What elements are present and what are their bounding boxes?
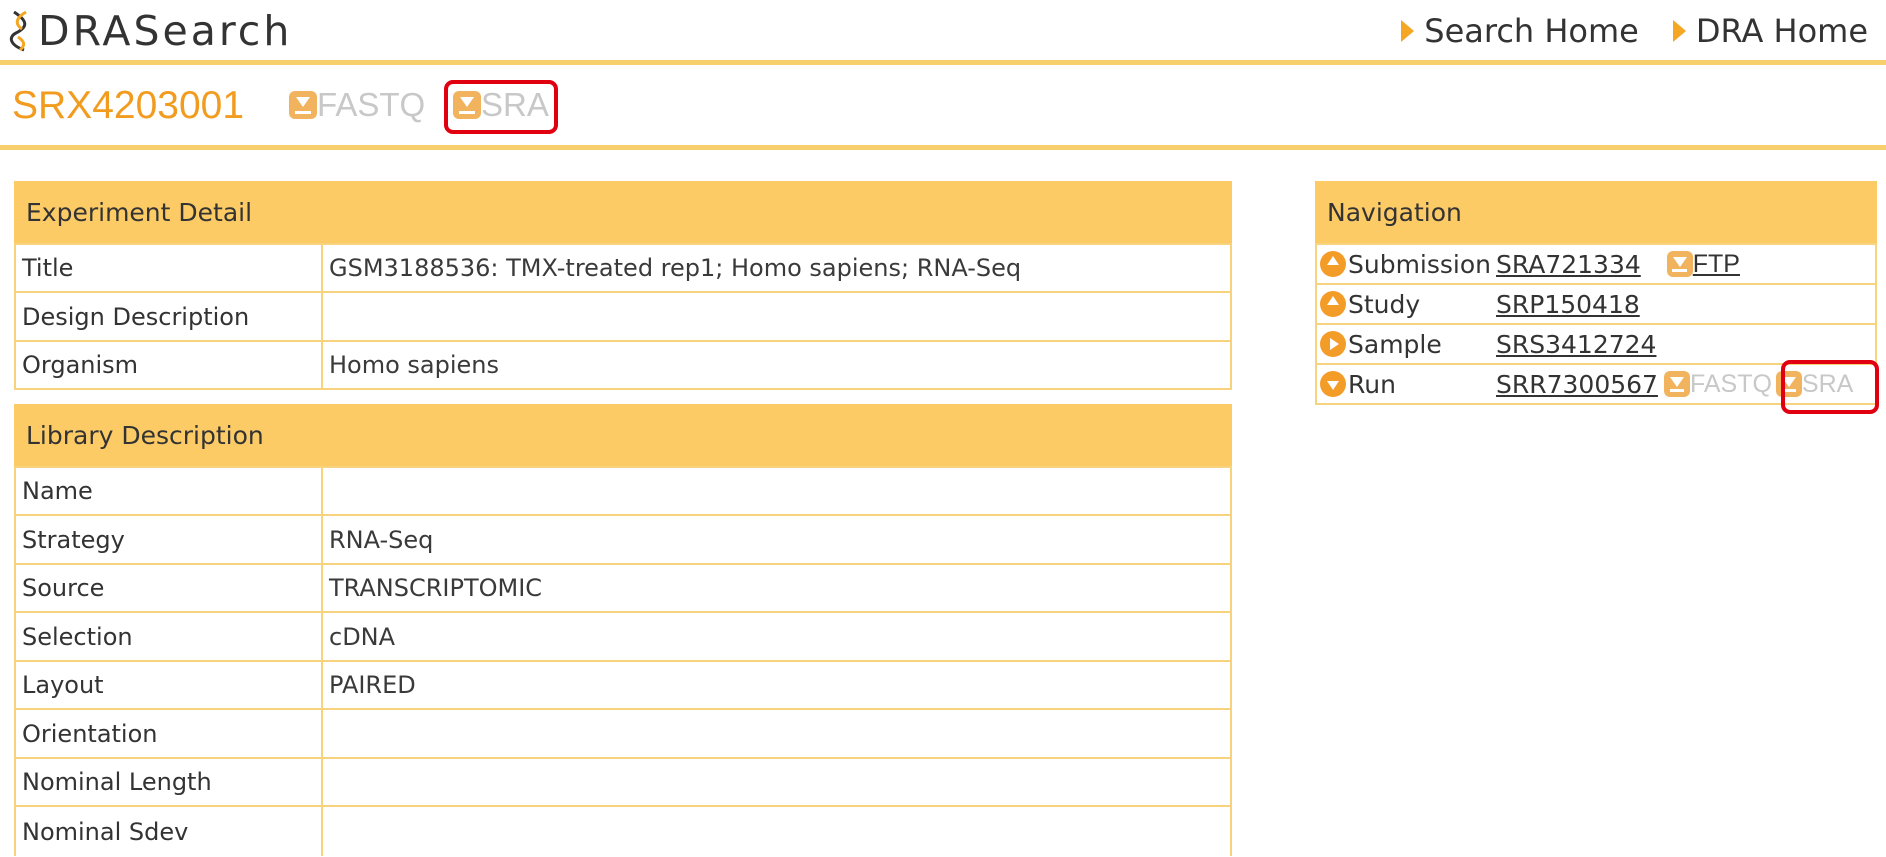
nav-row-study: Study SRP150418 (1315, 285, 1877, 325)
table-row: Source TRANSCRIPTOMIC (14, 565, 1232, 613)
fastq-label: FASTQ (317, 86, 426, 123)
table-row: Title GSM3188536: TMX-treated rep1; Homo… (14, 245, 1232, 293)
experiment-detail-rows: Title GSM3188536: TMX-treated rep1; Homo… (14, 243, 1232, 390)
search-home-link[interactable]: Search Home (1401, 12, 1639, 50)
table-row: Nominal Sdev (14, 807, 1232, 856)
nav-label: Submission (1348, 249, 1492, 279)
row-value: cDNA (323, 613, 1232, 660)
table-row: Selection cDNA (14, 613, 1232, 662)
row-value (323, 710, 1232, 757)
panel-header: Experiment Detail (14, 181, 1232, 243)
arrow-up-icon (1320, 291, 1346, 317)
run-fastq-download[interactable]: FASTQ (1663, 369, 1772, 399)
run-link[interactable]: SRR7300567 (1496, 370, 1658, 399)
experiment-id-bar: SRX4203001 FASTQ SRA (0, 68, 1886, 148)
download-icon (289, 91, 317, 119)
row-key: Selection (14, 613, 323, 660)
table-row: Name (14, 468, 1232, 516)
library-description-rows: Name Strategy RNA-Seq Source TRANSCRIPTO… (14, 466, 1232, 856)
row-key: Nominal Sdev (14, 807, 323, 856)
triangle-right-icon (1401, 20, 1415, 42)
navigation-panel: Navigation Submission SRA721334 FTP Stud… (1315, 181, 1879, 414)
logo-text: DRASearch (38, 7, 293, 55)
logo[interactable]: DRASearch (6, 6, 292, 56)
triangle-right-icon (1672, 20, 1686, 42)
id-divider (0, 145, 1886, 150)
row-key: Strategy (14, 516, 323, 563)
arrow-right-icon (1320, 331, 1346, 357)
row-value: TRANSCRIPTOMIC (323, 565, 1232, 611)
row-key: Organism (14, 342, 323, 388)
nav-label: Sample (1348, 329, 1442, 359)
header-divider (0, 60, 1886, 65)
nav-row-submission: Submission SRA721334 FTP (1315, 245, 1877, 285)
row-value (323, 807, 1232, 856)
arrow-up-icon (1320, 251, 1346, 277)
highlight-box (444, 80, 558, 134)
table-row: Layout PAIRED (14, 662, 1232, 710)
search-home-label: Search Home (1424, 12, 1639, 50)
arrow-down-icon (1320, 371, 1346, 397)
top-links: Search Home DRA Home (1401, 12, 1868, 50)
row-value (323, 468, 1232, 514)
table-row: Nominal Length (14, 759, 1232, 807)
ftp-link[interactable]: FTP (1666, 249, 1740, 279)
panel-header: Navigation (1315, 181, 1877, 243)
highlight-box (1781, 360, 1879, 414)
download-icon (1666, 251, 1693, 277)
dra-home-label: DRA Home (1695, 12, 1868, 50)
row-value: GSM3188536: TMX-treated rep1; Homo sapie… (323, 245, 1232, 291)
library-description-panel: Library Description Name Strategy RNA-Se… (14, 404, 1232, 856)
header: DRASearch Search Home DRA Home (0, 0, 1886, 60)
row-value (323, 293, 1232, 340)
fastq-download-link[interactable]: FASTQ (289, 86, 425, 124)
experiment-id: SRX4203001 (12, 84, 245, 127)
nav-label: Run (1348, 369, 1396, 399)
row-value (323, 759, 1232, 805)
study-link[interactable]: SRP150418 (1496, 290, 1640, 319)
sample-link[interactable]: SRS3412724 (1496, 330, 1656, 359)
row-key: Name (14, 468, 323, 514)
dra-home-link[interactable]: DRA Home (1672, 12, 1868, 50)
row-key: Design Description (14, 293, 323, 340)
row-value: PAIRED (323, 662, 1232, 708)
table-row: Organism Homo sapiens (14, 342, 1232, 390)
nav-row-sample: Sample SRS3412724 (1315, 325, 1877, 365)
table-row: Design Description (14, 293, 1232, 342)
row-key: Title (14, 245, 323, 291)
row-key: Nominal Length (14, 759, 323, 805)
row-key: Source (14, 565, 323, 611)
nav-label: Study (1348, 289, 1421, 319)
row-value: RNA-Seq (323, 516, 1232, 563)
download-icon (1663, 371, 1690, 397)
row-key: Orientation (14, 710, 323, 757)
table-row: Strategy RNA-Seq (14, 516, 1232, 565)
row-value: Homo sapiens (323, 342, 1232, 388)
panel-header: Library Description (14, 404, 1232, 466)
fastq-label: FASTQ (1689, 369, 1772, 398)
ftp-label: FTP (1692, 249, 1740, 278)
table-row: Orientation (14, 710, 1232, 759)
dna-icon (9, 10, 27, 52)
experiment-detail-panel: Experiment Detail Title GSM3188536: TMX-… (14, 181, 1232, 390)
submission-link[interactable]: SRA721334 (1496, 250, 1641, 279)
row-key: Layout (14, 662, 323, 708)
